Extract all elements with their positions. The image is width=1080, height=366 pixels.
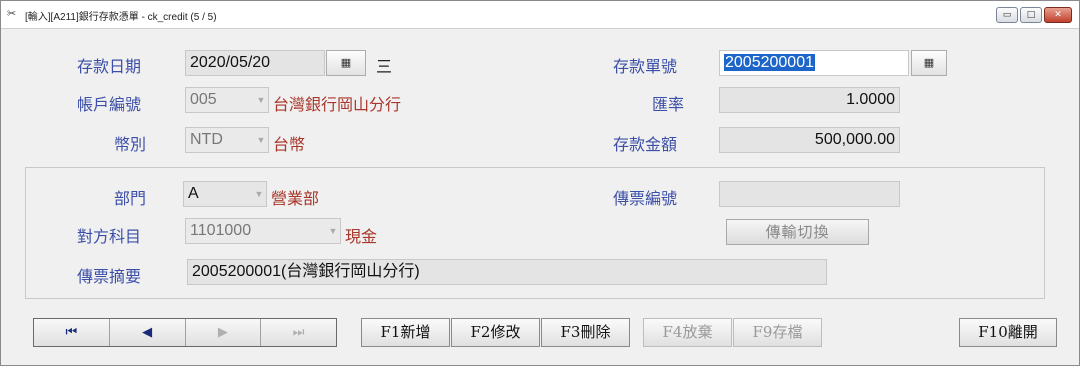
next-record-icon: ▶ (217, 325, 228, 340)
counter-account-label: 對方科目 (77, 227, 142, 246)
edit-button[interactable]: F2修改 (451, 318, 540, 347)
record-navigator: ⏮ ◀ ▶ ⏭ (33, 318, 337, 347)
chevron-down-icon: ▼ (328, 226, 338, 236)
prev-record-button[interactable]: ◀ (109, 319, 186, 346)
account-no-value: 005 (190, 91, 217, 108)
prev-record-icon: ◀ (142, 325, 153, 340)
exchange-rate-input[interactable]: 1.0000 (719, 87, 900, 113)
deposit-amount-label: 存款金額 (613, 135, 678, 154)
currency-label: 幣別 (114, 135, 147, 154)
voucher-summary-input[interactable]: 2005200001(台灣銀行岡山分行) (187, 259, 827, 285)
weekday-text: 三 (376, 57, 393, 76)
department-label: 部門 (114, 189, 147, 208)
minimize-icon[interactable]: ▭ (996, 7, 1018, 23)
next-record-button[interactable]: ▶ (185, 319, 262, 346)
deposit-no-label: 存款單號 (613, 57, 678, 76)
window-title: [輸入][A211]銀行存款憑單 - ck_credit (5 / 5) (25, 12, 217, 23)
account-no-select[interactable]: 005 ▼ (185, 87, 269, 113)
app-window: ✂ [輸入][A211]銀行存款憑單 - ck_credit (5 / 5) ▭… (0, 0, 1080, 366)
department-value: A (188, 185, 199, 202)
first-record-button[interactable]: ⏮ (34, 319, 110, 346)
deposit-no-input[interactable]: 2005200001 (719, 50, 909, 76)
department-desc: 營業部 (271, 189, 320, 208)
app-icon: ✂ (7, 7, 17, 20)
close-icon[interactable]: ✕ (1044, 7, 1072, 23)
deposit-date-label: 存款日期 (77, 57, 142, 76)
exchange-rate-label: 匯率 (652, 95, 685, 114)
voucher-no-input[interactable] (719, 181, 900, 207)
first-record-icon: ⏮ (65, 325, 78, 340)
deposit-amount-input[interactable]: 500,000.00 (719, 127, 900, 153)
maximize-icon[interactable]: □ (1020, 7, 1042, 23)
counter-account-select[interactable]: 1101000 ▼ (185, 218, 341, 244)
calendar-picker-button[interactable]: ▦ (326, 50, 366, 76)
chevron-down-icon: ▼ (256, 95, 266, 105)
account-no-label: 帳戶編號 (77, 95, 142, 114)
last-record-button[interactable]: ⏭ (261, 319, 336, 346)
department-select[interactable]: A ▼ (183, 181, 267, 207)
calendar-icon: ▦ (340, 56, 352, 69)
save-button[interactable]: F9存檔 (733, 318, 822, 347)
title-bar: ✂ [輸入][A211]銀行存款憑單 - ck_credit (5 / 5) ▭… (1, 1, 1079, 29)
add-button[interactable]: F1新增 (361, 318, 450, 347)
voucher-summary-label: 傳票摘要 (77, 267, 142, 286)
counter-account-desc: 現金 (345, 227, 378, 246)
exit-button[interactable]: F10離開 (959, 318, 1057, 347)
transfer-toggle-button[interactable]: 傳輸切換 (726, 219, 869, 245)
discard-button[interactable]: F4放棄 (643, 318, 732, 347)
currency-value: NTD (190, 131, 223, 148)
last-record-icon: ⏭ (292, 325, 305, 340)
account-no-desc: 台灣銀行岡山分行 (273, 95, 402, 114)
counter-account-value: 1101000 (190, 222, 252, 239)
currency-desc: 台幣 (273, 135, 306, 154)
deposit-date-input[interactable]: 2020/05/20 (185, 50, 325, 76)
delete-button[interactable]: F3刪除 (541, 318, 630, 347)
deposit-no-lookup-button[interactable]: ▦ (911, 50, 947, 76)
voucher-no-label: 傳票編號 (613, 189, 678, 208)
chevron-down-icon: ▼ (256, 135, 266, 145)
deposit-no-value: 2005200001 (724, 54, 815, 71)
lookup-icon: ▦ (923, 56, 935, 69)
chevron-down-icon: ▼ (254, 189, 264, 199)
currency-select[interactable]: NTD ▼ (185, 127, 269, 153)
